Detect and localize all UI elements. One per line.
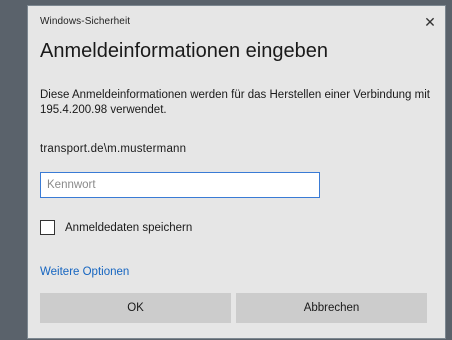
- cancel-button[interactable]: Abbrechen: [236, 293, 427, 323]
- remember-credentials-checkbox[interactable]: [40, 220, 55, 235]
- username-label: transport.de\m.mustermann: [40, 143, 187, 155]
- ok-button[interactable]: OK: [40, 293, 231, 323]
- remember-credentials-label: Anmeldedaten speichern: [65, 221, 193, 234]
- title-bar: Windows-Sicherheit ✕: [28, 6, 445, 34]
- dialog-description: Diese Anmeldeinformationen werden für da…: [40, 89, 430, 116]
- credentials-dialog: Windows-Sicherheit ✕ Anmeldeinformatione…: [28, 6, 445, 338]
- password-input[interactable]: [40, 172, 320, 198]
- window-title: Windows-Sicherheit: [40, 16, 131, 27]
- close-icon[interactable]: ✕: [421, 13, 439, 31]
- more-options-link[interactable]: Weitere Optionen: [40, 266, 129, 278]
- dialog-heading: Anmeldeinformationen eingeben: [40, 40, 328, 62]
- remember-credentials-row[interactable]: Anmeldedaten speichern: [40, 220, 192, 235]
